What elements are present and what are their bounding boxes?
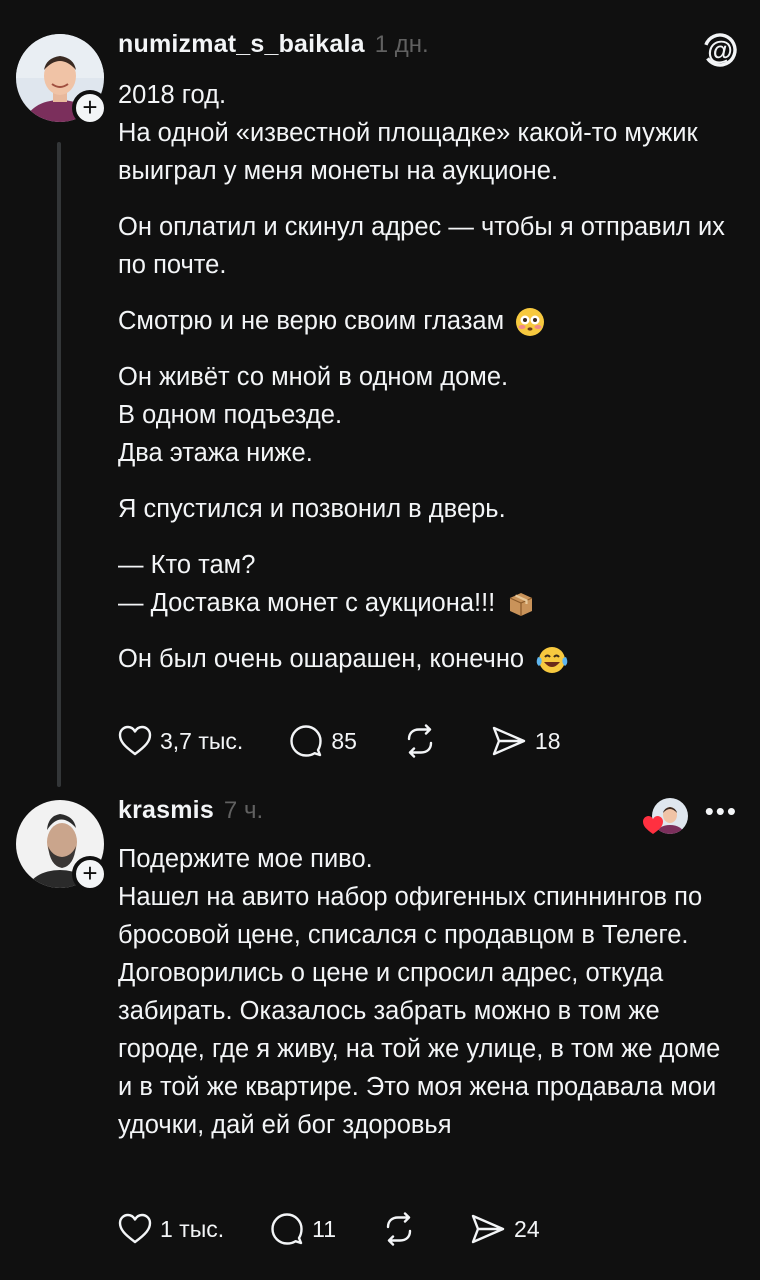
paragraph: Он живёт со мной в одном доме. В одном п… — [118, 358, 738, 472]
text-paragraph: Нашел на авито набор офигенных спиннинго… — [118, 883, 721, 1139]
share-count: 24 — [514, 1215, 540, 1242]
heart-icon — [118, 1213, 152, 1244]
reply-count: 11 — [312, 1215, 337, 1242]
package-emoji-icon — [510, 593, 533, 617]
like-button[interactable]: 1 тыс. — [118, 1213, 224, 1245]
paragraph: Он оплатил и скинул адрес — чтобы я отпр… — [118, 208, 738, 284]
action-bar: 3,7 тыс. 85 18 — [118, 724, 607, 758]
action-bar: 1 тыс. 11 24 — [118, 1212, 586, 1246]
username[interactable]: krasmis — [118, 796, 214, 825]
text-line: Два этажа ниже. — [118, 439, 313, 467]
plus-icon: + — [82, 92, 98, 122]
send-icon — [492, 726, 526, 756]
text-line: Он живёт со мной в одном доме. — [118, 363, 509, 391]
reply-count: 85 — [331, 727, 357, 754]
liked-heart-icon — [643, 816, 663, 834]
text-line: 2018 год. — [118, 81, 227, 109]
repost-icon — [386, 1212, 412, 1246]
text-line: Он оплатил и скинул адрес — чтобы я отпр… — [118, 213, 725, 279]
thread-connector-line — [57, 142, 61, 787]
send-icon — [471, 1214, 505, 1244]
text-line: — Кто там? — [118, 551, 256, 579]
reply-button[interactable]: 11 — [270, 1212, 336, 1246]
post-header: numizmat_s_baikala 1 дн. — [118, 30, 429, 64]
reply-button[interactable]: 85 — [289, 724, 357, 758]
comment-bubble-icon — [290, 725, 323, 757]
follow-button[interactable]: + — [72, 856, 108, 892]
text-line: Я спустился и позвонил в дверь. — [118, 495, 506, 523]
avatar-container[interactable]: + — [16, 800, 108, 892]
heart-icon — [118, 725, 152, 756]
share-count: 18 — [534, 727, 561, 754]
share-button[interactable]: 24 — [470, 1213, 540, 1245]
repost-icon — [407, 724, 433, 758]
follow-button[interactable]: + — [72, 90, 108, 126]
comment-bubble-icon — [271, 1213, 303, 1245]
username[interactable]: numizmat_s_baikala — [118, 30, 365, 59]
flushed-face-emoji-icon — [516, 308, 545, 337]
text-line: В одном подъезде. — [118, 401, 343, 429]
text-line: На одной «известной площадке» какой-то м… — [118, 119, 698, 185]
threads-logo-icon[interactable]: @ — [700, 30, 740, 70]
text-span: — Доставка монет с аукциона!!! — [118, 589, 496, 617]
text-line: — Доставка монет с аукциона!!! — [118, 584, 738, 622]
text-line: Он был очень ошарашен, конечно — [118, 640, 738, 678]
svg-text:@: @ — [707, 35, 732, 65]
paragraph: 2018 год. На одной «известной площадке» … — [118, 76, 738, 190]
text-line: Подержите мое пиво. — [118, 845, 373, 873]
plus-icon: + — [82, 858, 98, 888]
like-count: 1 тыс. — [160, 1215, 225, 1242]
post-body: Подержите мое пиво. Нашел на авито набор… — [118, 840, 738, 1144]
post-body: 2018 год. На одной «известной площадке» … — [118, 76, 738, 696]
timestamp[interactable]: 1 дн. — [375, 31, 429, 59]
like-count: 3,7 тыс. — [160, 727, 244, 754]
like-button[interactable]: 3,7 тыс. — [118, 725, 243, 757]
post-header: krasmis 7 ч. — [118, 796, 263, 830]
share-button[interactable]: 18 — [491, 725, 561, 757]
text-span: Он был очень ошарашен, конечно — [118, 645, 525, 673]
paragraph: — Кто там? — Доставка монет с аукциона!!… — [118, 546, 738, 622]
paragraph: Он был очень ошарашен, конечно — [118, 640, 738, 678]
avatar-container[interactable]: + — [16, 34, 108, 126]
timestamp[interactable]: 7 ч. — [224, 797, 263, 825]
paragraph: Я спустился и позвонил в дверь. — [118, 490, 738, 528]
repost-button[interactable] — [382, 1212, 424, 1246]
more-icon[interactable]: ••• — [705, 796, 738, 827]
repost-button[interactable] — [403, 724, 445, 758]
text-line: Смотрю и не верю своим глазам — [118, 302, 738, 340]
tears-of-joy-emoji-icon — [536, 647, 568, 674]
text-span: Смотрю и не верю своим глазам — [118, 307, 505, 335]
paragraph: Смотрю и не верю своим глазам — [118, 302, 738, 340]
